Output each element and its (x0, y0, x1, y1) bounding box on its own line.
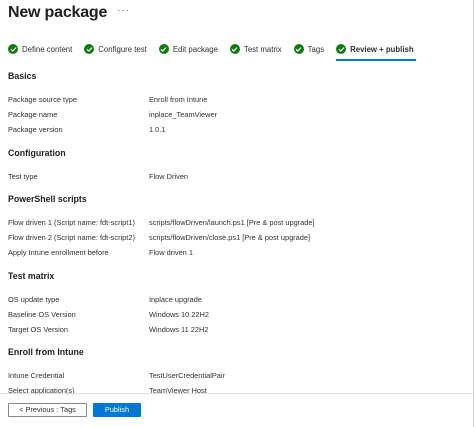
summary-row: Apply Intune enrollment before Flow driv… (8, 245, 468, 260)
step-label: Edit package (172, 44, 218, 54)
checkmark-icon (158, 44, 169, 54)
step-label: Define content (22, 44, 73, 54)
step-configure-test[interactable]: Configure test (84, 38, 147, 60)
row-value: scripts/flowDriven/close.ps1 [Pre & post… (149, 233, 311, 242)
section-title-enroll-intune: Enroll from Intune (8, 347, 84, 357)
section-title-test-matrix: Test matrix (8, 271, 55, 281)
row-label: Select application(s) (8, 386, 75, 395)
row-value: Windows 10 22H2 (149, 310, 209, 319)
row-value: Inplace upgrade (149, 295, 203, 304)
row-label: Package version (8, 125, 63, 134)
checkmark-icon (84, 44, 95, 54)
checkmark-icon (293, 44, 304, 54)
row-label: Flow driven 2 (Script name: fdt-script2) (8, 233, 135, 242)
row-label: Package name (8, 110, 58, 119)
step-label: Tags (307, 44, 325, 54)
step-label: Configure test (98, 44, 147, 54)
row-value: Windows 11 22H2 (149, 325, 209, 334)
section-title-basics: Basics (8, 71, 37, 81)
new-package-page: New package ··· Define content Configure… (0, 0, 474, 427)
row-value: 1.0.1 (149, 125, 166, 134)
summary-row: Package version 1.0.1 (8, 122, 468, 137)
wizard-steps: Define content Configure test Edit packa… (8, 38, 474, 61)
row-label: Target OS Version (8, 325, 68, 334)
checkmark-icon (8, 44, 18, 54)
section-title-powershell: PowerShell scripts (8, 194, 87, 204)
summary-row: Flow driven 2 (Script name: fdt-script2)… (8, 230, 468, 245)
row-label: Flow driven 1 (Script name: fdt-script1) (8, 218, 135, 227)
page-title: New package (8, 4, 108, 21)
step-define-content[interactable]: Define content (8, 38, 72, 60)
row-value: Flow driven 1 (149, 248, 193, 257)
previous-button[interactable]: < Previous : Tags (8, 403, 87, 417)
more-options-icon[interactable]: ··· (117, 5, 130, 16)
publish-button[interactable]: Publish (93, 403, 141, 417)
row-label: Package source type (8, 95, 78, 104)
row-label: OS update type (8, 295, 60, 304)
summary-row: Test type Flow Driven (8, 169, 468, 184)
checkmark-icon (336, 44, 347, 54)
row-label: Baseline OS Version (8, 310, 76, 319)
summary-row: Target OS Version Windows 11 22H2 (8, 322, 468, 337)
step-test-matrix[interactable]: Test matrix (229, 38, 282, 60)
row-value: inplace_TeamViewer (149, 110, 218, 119)
summary-row: Flow driven 1 (Script name: fdt-script1)… (8, 215, 468, 230)
summary-row: Package name inplace_TeamViewer (8, 107, 468, 122)
step-label: Test matrix (243, 44, 282, 54)
row-value: Flow Driven (149, 172, 189, 181)
footer-divider (0, 393, 474, 394)
row-value: TestUserCredentialPair (149, 371, 225, 380)
page-header: New package ··· (8, 1, 130, 25)
step-tags[interactable]: Tags (293, 38, 325, 60)
footer-actions: < Previous : Tags Publish (8, 403, 141, 417)
section-title-configuration: Configuration (8, 148, 66, 158)
summary-row: Package source type Enroll from Intune (8, 92, 468, 107)
row-label: Apply Intune enrollment before (8, 248, 109, 257)
summary-row: Select application(s) TeamViewer Host (8, 383, 468, 398)
row-label: Test type (8, 172, 38, 181)
row-value: TeamViewer Host (149, 386, 207, 395)
row-value: Enroll from Intune (149, 95, 208, 104)
step-edit-package[interactable]: Edit package (158, 38, 218, 60)
summary-row: Baseline OS Version Windows 10 22H2 (8, 307, 468, 322)
summary-row: Intune Credential TestUserCredentialPair (8, 368, 468, 383)
step-label: Review + publish (350, 44, 414, 54)
row-label: Intune Credential (8, 371, 65, 380)
checkmark-icon (229, 44, 240, 54)
summary-row: OS update type Inplace upgrade (8, 292, 468, 307)
row-value: scripts/flowDriven/launch.ps1 [Pre & pos… (149, 218, 315, 227)
step-review-publish[interactable]: Review + publish (336, 38, 417, 61)
review-summary: Basics Package source type Enroll from I… (8, 70, 468, 398)
